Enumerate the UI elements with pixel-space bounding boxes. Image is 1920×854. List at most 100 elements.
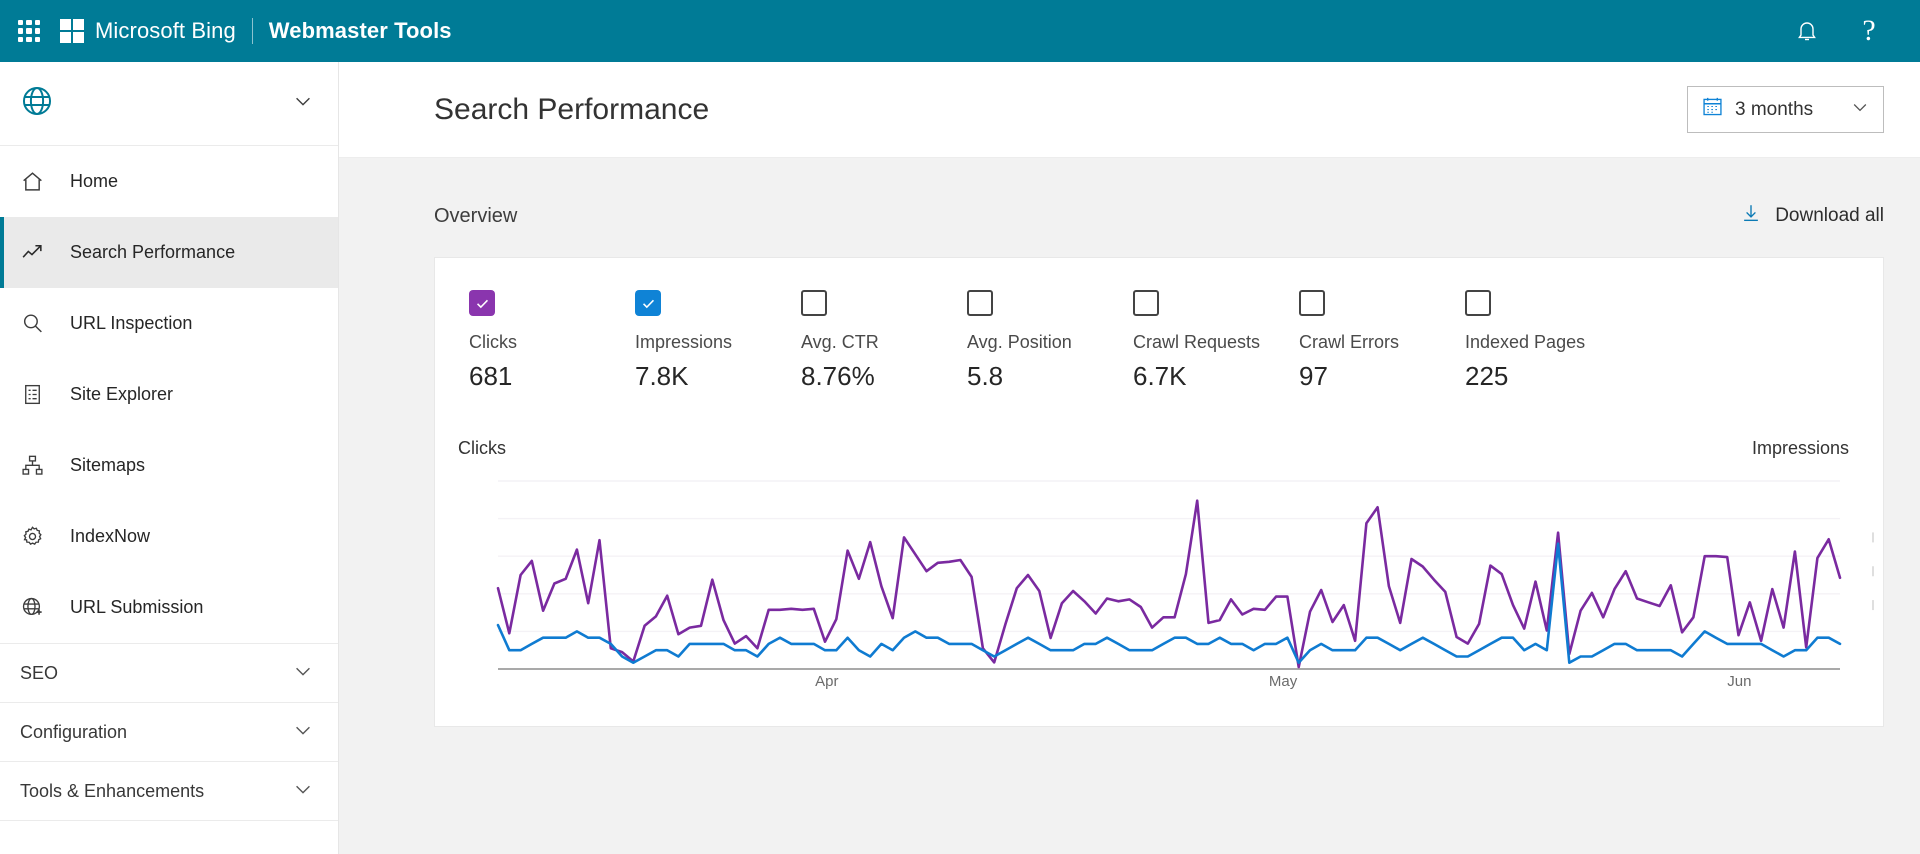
metric-label: Impressions: [635, 332, 733, 352]
chart-right-axis-label: Impressions: [1751, 438, 1849, 458]
metric-value: 6.7K: [1133, 361, 1187, 391]
metric-label: Avg. CTR: [801, 332, 879, 352]
sidebar-group-seo[interactable]: SEO: [0, 643, 338, 702]
sidebar: Home Search Performance URL Inspection S…: [0, 62, 339, 854]
metric-checkbox-crawl-requests[interactable]: [1133, 290, 1159, 316]
metric-value: 7.8K: [635, 361, 689, 391]
chart-x-tick-label: Apr: [815, 673, 839, 690]
magnifier-icon: [20, 311, 54, 336]
metric-value: 8.76%: [801, 361, 875, 391]
sidebar-item-site-explorer[interactable]: Site Explorer: [0, 359, 338, 430]
sidebar-group-tools-enhancements[interactable]: Tools & Enhancements: [0, 761, 338, 820]
app-launcher-icon[interactable]: [16, 18, 42, 44]
metric-avg-ctr: Avg. CTR 8.76%: [801, 290, 967, 392]
date-range-value: 3 months: [1735, 98, 1814, 120]
sidebar-divider: [0, 820, 338, 821]
metric-label: Clicks: [469, 332, 517, 352]
metric-crawl-errors: Crawl Errors 97: [1299, 290, 1465, 392]
sidebar-item-label: URL Inspection: [70, 313, 193, 333]
download-all-label: Download all: [1775, 205, 1884, 226]
top-bar-actions: ?: [1786, 10, 1890, 52]
metric-value: 681: [469, 361, 513, 391]
metric-checkbox-avg-position[interactable]: [967, 290, 993, 316]
sidebar-item-label: Site Explorer: [70, 384, 174, 404]
performance-chart: Clicks Impressions Apr May Jun: [435, 438, 1885, 728]
product-name: Webmaster Tools: [268, 18, 452, 43]
metric-label: Avg. Position: [967, 332, 1072, 352]
chart-x-tick-label: Jun: [1727, 673, 1752, 690]
trending-up-icon: [20, 240, 54, 265]
sidebar-item-label: Sitemaps: [70, 455, 146, 475]
chevron-down-icon: [292, 90, 314, 117]
site-selector[interactable]: [0, 62, 338, 146]
sidebar-group-label: Tools & Enhancements: [20, 780, 205, 801]
check-icon: [476, 299, 488, 308]
overview-row: Overview Download all: [434, 192, 1884, 240]
page-header: Search Performance 3 months: [339, 62, 1920, 158]
gear-icon: [20, 524, 54, 549]
overview-label: Overview: [434, 204, 518, 227]
overview-card: Clicks 681 Impressions 7.8K Avg. CTR 8.7…: [434, 257, 1884, 727]
document-list-icon: [20, 382, 54, 407]
metric-checkbox-clicks[interactable]: [469, 290, 495, 316]
sidebar-item-label: IndexNow: [70, 526, 151, 546]
brand-separator: [251, 18, 253, 44]
metric-checkbox-avg-ctr[interactable]: [801, 290, 827, 316]
sidebar-item-url-inspection[interactable]: URL Inspection: [0, 288, 338, 359]
chart-left-axis-label: Clicks: [458, 438, 506, 458]
brand-name: Microsoft Bing: [95, 18, 236, 43]
sidebar-item-home[interactable]: Home: [0, 146, 338, 217]
question-mark-icon[interactable]: ?: [1848, 10, 1890, 52]
metric-checkbox-impressions[interactable]: [635, 290, 661, 316]
metric-crawl-requests: Crawl Requests 6.7K: [1133, 290, 1299, 392]
metric-value: 225: [1465, 361, 1509, 391]
sidebar-item-sitemaps[interactable]: Sitemaps: [0, 430, 338, 501]
page-title: Search Performance: [434, 92, 710, 126]
download-all-button[interactable]: Download all: [1740, 202, 1884, 230]
help-glyph: ?: [1862, 14, 1876, 47]
content-area: Overview Download all Clicks 681 Impress…: [339, 158, 1920, 727]
metric-label: Crawl Requests: [1133, 332, 1261, 352]
metric-value: 97: [1299, 361, 1328, 391]
metric-label: Indexed Pages: [1465, 332, 1586, 352]
metric-indexed-pages: Indexed Pages 225: [1465, 290, 1631, 392]
metric-checkbox-indexed-pages[interactable]: [1465, 290, 1491, 316]
chevron-down-icon: [292, 778, 314, 805]
chevron-down-icon: [292, 660, 314, 687]
calendar-icon: [1701, 95, 1724, 124]
metric-avg-position: Avg. Position 5.8: [967, 290, 1133, 392]
sidebar-item-indexnow[interactable]: IndexNow: [0, 501, 338, 572]
sidebar-item-label: Home: [70, 171, 119, 191]
metric-impressions: Impressions 7.8K: [635, 290, 801, 392]
metric-value: 5.8: [967, 361, 1004, 391]
chevron-down-icon: [292, 719, 314, 746]
download-icon: [1740, 202, 1762, 230]
sidebar-group-label: SEO: [20, 662, 59, 683]
main-content: Search Performance 3 months Overview Dow…: [339, 62, 1920, 854]
sidebar-item-search-performance[interactable]: Search Performance: [0, 217, 338, 288]
date-range-selector[interactable]: 3 months: [1687, 86, 1884, 133]
chart-svg: [496, 480, 1874, 670]
microsoft-logo-icon: [60, 19, 84, 43]
sidebar-group-label: Configuration: [20, 721, 128, 742]
metric-label: Crawl Errors: [1299, 332, 1400, 352]
bell-icon[interactable]: [1786, 10, 1828, 52]
metric-clicks: Clicks 681: [469, 290, 635, 392]
globe-icon: [20, 84, 54, 123]
home-icon: [20, 169, 54, 194]
sidebar-group-configuration[interactable]: Configuration: [0, 702, 338, 761]
chart-x-axis-labels: Apr May Jun: [435, 673, 1885, 695]
top-bar: Microsoft Bing Webmaster Tools ?: [0, 0, 1920, 62]
check-icon: [642, 299, 654, 308]
sidebar-item-label: URL Submission: [70, 597, 204, 617]
chart-plot-area[interactable]: Apr May Jun: [435, 473, 1885, 693]
metric-checkbox-crawl-errors[interactable]: [1299, 290, 1325, 316]
sidebar-item-url-submission[interactable]: URL Submission: [0, 572, 338, 643]
globe-plus-icon: [20, 595, 54, 620]
sitemap-hierarchy-icon: [20, 453, 54, 478]
chart-legend: Clicks Impressions: [435, 438, 1885, 459]
chevron-down-icon: [1850, 97, 1870, 123]
metrics-row: Clicks 681 Impressions 7.8K Avg. CTR 8.7…: [435, 258, 1883, 392]
sidebar-item-label: Search Performance: [70, 242, 236, 262]
chart-x-tick-label: May: [1268, 673, 1298, 690]
